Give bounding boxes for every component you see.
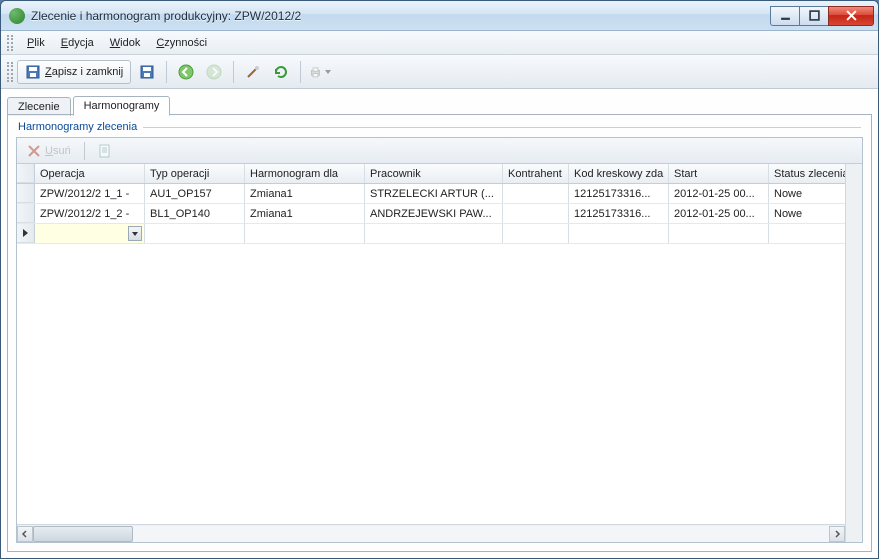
edit-button[interactable] [94, 142, 116, 160]
separator [166, 61, 167, 83]
cell-pracownik[interactable]: ANDRZEJEWSKI PAW... [365, 204, 503, 223]
tab-harmonogramy[interactable]: Harmonogramy [73, 96, 171, 116]
cell-harmonogram-dla[interactable]: Zmiana1 [245, 204, 365, 223]
dropdown-button[interactable] [128, 226, 142, 241]
cell[interactable] [503, 224, 569, 243]
cell-kontrahent[interactable] [503, 184, 569, 203]
separator [233, 61, 234, 83]
separator [300, 61, 301, 83]
cell-typ-operacji[interactable]: BL1_OP140 [145, 204, 245, 223]
toolbar: Zapisz i zamknij [1, 55, 878, 89]
cell-status[interactable]: Nowe [769, 184, 845, 203]
scroll-left-button[interactable] [17, 526, 33, 542]
cell-operacja[interactable]: ZPW/2012/2 1_2 - [35, 204, 145, 223]
minimize-button[interactable] [770, 6, 800, 26]
menubar: Plik Edycja Widok Czynności [1, 31, 878, 55]
nav-forward-button[interactable] [202, 60, 226, 84]
menu-widok[interactable]: Widok [104, 35, 147, 51]
table-row-new[interactable] [17, 224, 845, 244]
menu-edycja[interactable]: Edycja [55, 35, 100, 51]
scroll-track[interactable] [33, 526, 829, 542]
tabstrip: Zlecenie Harmonogramy [7, 93, 872, 115]
horizontal-scrollbar[interactable] [17, 524, 845, 542]
cell-pracownik[interactable]: STRZELECKI ARTUR (... [365, 184, 503, 203]
cell-kontrahent[interactable] [503, 204, 569, 223]
cell-operacja-editor[interactable] [35, 224, 145, 243]
save-and-close-label: Zapisz i zamknij [45, 66, 123, 78]
close-button[interactable] [828, 6, 874, 26]
save-icon [25, 64, 41, 80]
scroll-right-button[interactable] [829, 526, 845, 542]
cell-kod[interactable]: 12125173316... [569, 204, 669, 223]
cell-harmonogram-dla[interactable]: Zmiana1 [245, 184, 365, 203]
print-button[interactable] [308, 60, 332, 84]
group-harmonogramy: Harmonogramy zlecenia Usuń [7, 115, 872, 552]
grid-toolbar: Usuń [17, 138, 862, 164]
cell-status[interactable]: Nowe [769, 204, 845, 223]
vertical-scrollbar[interactable] [845, 164, 862, 542]
row-header [17, 184, 35, 203]
row-header-current [17, 224, 35, 243]
group-legend: Harmonogramy zlecenia [16, 121, 863, 133]
col-typ-operacji[interactable]: Typ operacji [145, 164, 245, 183]
menu-plik[interactable]: Plik [21, 35, 51, 51]
cell-start[interactable]: 2012-01-25 00... [669, 204, 769, 223]
main-window: Zlecenie i harmonogram produkcyjny: ZPW/… [0, 0, 879, 559]
col-operacja[interactable]: Operacja [35, 164, 145, 183]
row-header-corner [17, 164, 35, 183]
cell[interactable] [569, 224, 669, 243]
cell[interactable] [769, 224, 845, 243]
col-status[interactable]: Status zlecenia [769, 164, 845, 183]
table-row[interactable]: ZPW/2012/2 1_2 - BL1_OP140 Zmiana1 ANDRZ… [17, 204, 845, 224]
separator [84, 142, 85, 160]
maximize-button[interactable] [799, 6, 829, 26]
grid-panel: Usuń Operacja Typ operacji Harmonogram d… [16, 137, 863, 543]
save-button[interactable] [135, 60, 159, 84]
col-start[interactable]: Start [669, 164, 769, 183]
document-icon [98, 144, 112, 158]
cell-operacja[interactable]: ZPW/2012/2 1_1 - [35, 184, 145, 203]
cell-start[interactable]: 2012-01-25 00... [669, 184, 769, 203]
chevron-down-icon [325, 70, 331, 74]
col-pracownik[interactable]: Pracownik [365, 164, 503, 183]
cell[interactable] [245, 224, 365, 243]
tools-button[interactable] [241, 60, 265, 84]
titlebar: Zlecenie i harmonogram produkcyjny: ZPW/… [1, 1, 878, 31]
cell-kod[interactable]: 12125173316... [569, 184, 669, 203]
grid-header: Operacja Typ operacji Harmonogram dla Pr… [17, 164, 845, 184]
cell[interactable] [669, 224, 769, 243]
col-kod-kreskowy[interactable]: Kod kreskowy zda [569, 164, 669, 183]
delete-icon [27, 144, 41, 158]
cell[interactable] [365, 224, 503, 243]
app-icon [9, 8, 25, 24]
cell[interactable] [145, 224, 245, 243]
table-row[interactable]: ZPW/2012/2 1_1 - AU1_OP157 Zmiana1 STRZE… [17, 184, 845, 204]
tab-zlecenie[interactable]: Zlecenie [7, 97, 71, 116]
save-and-close-button[interactable]: Zapisz i zamknij [17, 60, 131, 84]
menubar-grip [7, 35, 13, 51]
nav-back-button[interactable] [174, 60, 198, 84]
data-grid[interactable]: Operacja Typ operacji Harmonogram dla Pr… [17, 164, 845, 542]
col-kontrahent[interactable]: Kontrahent [503, 164, 569, 183]
menu-czynnosci[interactable]: Czynności [150, 35, 213, 51]
col-harmonogram-dla[interactable]: Harmonogram dla [245, 164, 365, 183]
refresh-button[interactable] [269, 60, 293, 84]
row-header [17, 204, 35, 223]
scroll-thumb[interactable] [33, 526, 133, 542]
window-title: Zlecenie i harmonogram produkcyjny: ZPW/… [31, 9, 771, 23]
toolbar-grip [7, 62, 13, 82]
cell-typ-operacji[interactable]: AU1_OP157 [145, 184, 245, 203]
client-area: Zlecenie Harmonogramy Harmonogramy zlece… [1, 89, 878, 558]
delete-button[interactable]: Usuń [23, 142, 75, 160]
